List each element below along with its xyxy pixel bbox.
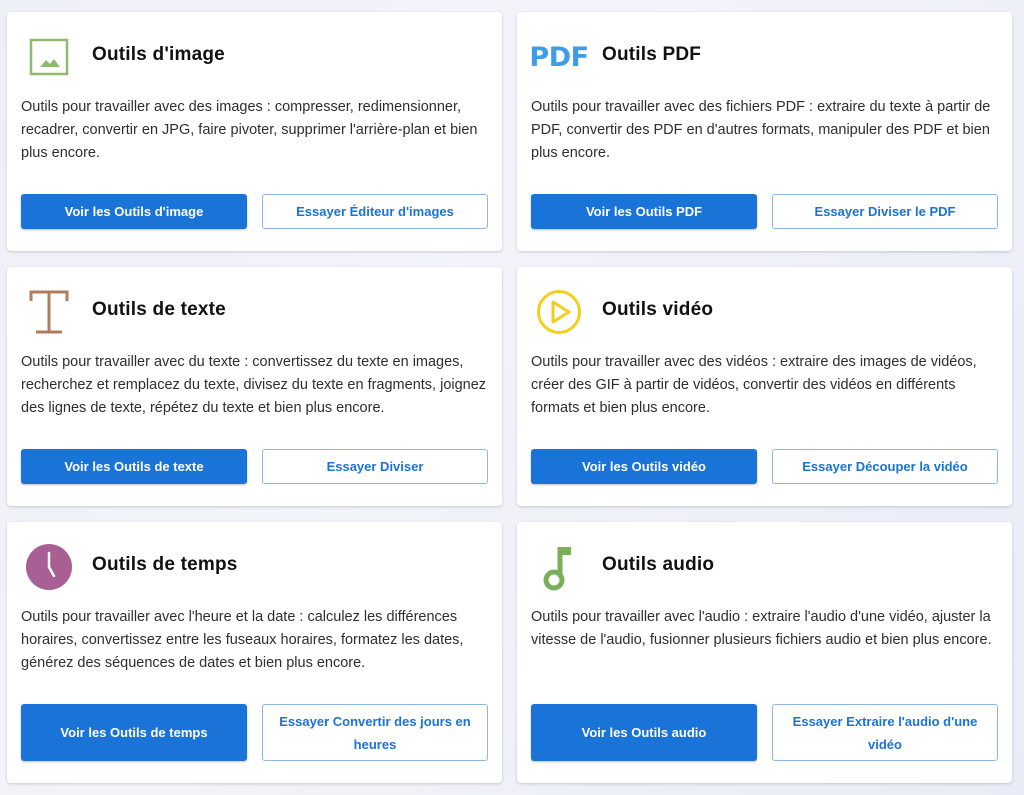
card-description: Outils pour travailler avec du texte : c… [21,354,487,416]
view-time-tools-button[interactable]: Voir les Outils de temps [21,704,247,761]
clock-icon [21,542,77,592]
text-icon [21,287,77,337]
card-text-tools: Outils de texte Outils pour travailler a… [7,267,502,506]
try-split-button[interactable]: Essayer Diviser [262,449,488,484]
card-title: Outils vidéo [602,299,714,320]
pdf-icon: PDF [529,32,589,82]
card-audio-tools: Outils audio Outils pour travailler avec… [517,522,1012,783]
card-time-tools: Outils de temps Outils pour travailler a… [7,522,502,783]
card-image-tools: Outils d'image Outils pour travailler av… [7,12,502,251]
card-description: Outils pour travailler avec des fichiers… [531,99,991,161]
card-pdf-tools: PDF Outils PDF Outils pour travailler av… [517,12,1012,251]
pdf-icon-label: PDF [529,41,589,73]
card-title: Outils de texte [92,299,226,320]
image-icon [21,32,77,82]
try-split-pdf-button[interactable]: Essayer Diviser le PDF [772,194,998,229]
try-extract-audio-button[interactable]: Essayer Extraire l'audio d'une vidéo [772,704,998,761]
try-days-to-hours-button[interactable]: Essayer Convertir des jours en heures [262,704,488,761]
view-image-tools-button[interactable]: Voir les Outils d'image [21,194,247,229]
view-text-tools-button[interactable]: Voir les Outils de texte [21,449,247,484]
play-icon [531,287,587,337]
try-trim-video-button[interactable]: Essayer Découper la vidéo [772,449,998,484]
card-title: Outils d'image [92,44,225,65]
card-title: Outils PDF [602,44,702,65]
view-audio-tools-button[interactable]: Voir les Outils audio [531,704,757,761]
card-description: Outils pour travailler avec l'heure et l… [21,609,464,671]
card-title: Outils audio [602,554,715,575]
try-image-editor-button[interactable]: Essayer Éditeur d'images [262,194,488,229]
tools-grid: Outils d'image Outils pour travailler av… [0,0,1024,795]
music-note-icon [531,542,587,592]
card-title: Outils de temps [92,554,238,575]
card-description: Outils pour travailler avec des images :… [21,99,478,161]
card-video-tools: Outils vidéo Outils pour travailler avec… [517,267,1012,506]
card-description: Outils pour travailler avec l'audio : ex… [531,609,992,648]
view-video-tools-button[interactable]: Voir les Outils vidéo [531,449,757,484]
view-pdf-tools-button[interactable]: Voir les Outils PDF [531,194,757,229]
card-description: Outils pour travailler avec des vidéos :… [531,354,977,416]
